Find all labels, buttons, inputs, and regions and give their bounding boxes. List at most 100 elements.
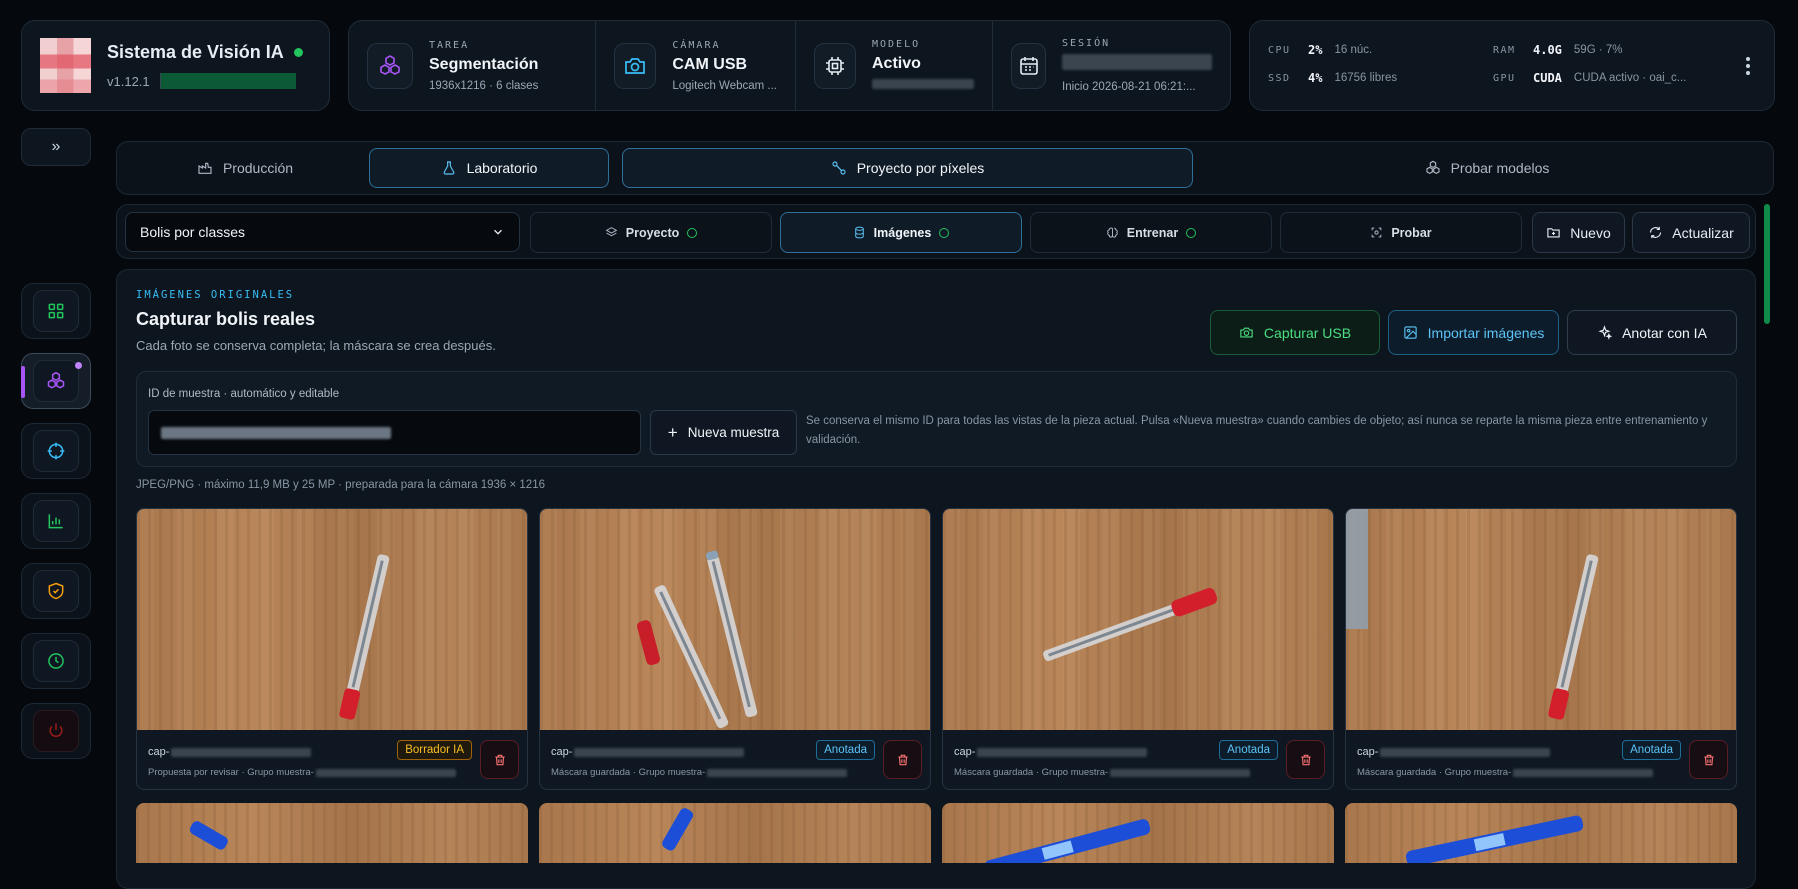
ssd-stat: SSD 4% 16756 libres — [1268, 71, 1398, 85]
more-menu-icon[interactable] — [1740, 53, 1756, 79]
status-session: SESIÓN Inicio 2026-08-21 06:21:... — [993, 21, 1230, 110]
check-circle-icon — [1186, 227, 1197, 238]
image-thumbnail[interactable] — [540, 509, 930, 730]
capture-meta: Máscara guardada · Grupo muestra- — [954, 767, 1251, 778]
sidebar-item-history[interactable] — [21, 633, 91, 689]
capture-id: cap- — [1357, 746, 1551, 758]
folder-plus-icon — [1547, 228, 1560, 238]
camera-icon — [614, 42, 657, 89]
power-icon — [49, 723, 63, 738]
image-thumbnail[interactable] — [137, 509, 527, 730]
status-model-sub — [872, 79, 974, 92]
capture-id: cap- — [551, 746, 745, 758]
calendar-icon — [1011, 42, 1046, 89]
annotate-ai-button[interactable]: Anotar con IA — [1567, 310, 1737, 355]
cubes-icon — [367, 42, 413, 89]
cubes-icon — [47, 371, 65, 389]
expand-sidebar-button[interactable]: » — [21, 128, 91, 166]
section-title: Capturar bolis reales — [136, 309, 316, 329]
status-badge: Anotada — [1622, 740, 1681, 760]
image-card[interactable] — [539, 803, 931, 863]
status-session-sub: Inicio 2026-08-21 06:21:... — [1062, 81, 1196, 93]
image-card[interactable] — [136, 803, 528, 863]
status-session-value — [1062, 54, 1212, 75]
database-icon — [854, 226, 864, 239]
delete-button[interactable] — [883, 740, 922, 779]
image-card[interactable]: cap- Anotada Máscara guardada · Grupo mu… — [1345, 508, 1737, 790]
app-title: Sistema de Visión IA — [107, 42, 284, 62]
chevron-down-icon — [494, 229, 502, 235]
tab-probar[interactable]: Probar — [1280, 212, 1522, 253]
image-card[interactable]: cap- Anotada Máscara guardada · Grupo mu… — [539, 508, 931, 790]
image-card[interactable]: cap- Borrador IA Propuesta por revisar ·… — [136, 508, 528, 790]
tab-laboratorio[interactable]: Laboratorio — [369, 148, 609, 188]
section-eyebrow: IMÁGENES ORIGINALES — [136, 289, 295, 301]
layers-icon — [605, 227, 618, 237]
crosshair-icon — [47, 442, 65, 460]
trash-icon — [897, 754, 908, 765]
sparkles-icon — [1598, 325, 1613, 340]
scan-icon — [1372, 227, 1382, 238]
brand-panel: Sistema de Visión IA v1.12.1 — [21, 20, 330, 111]
capture-id: cap- — [148, 746, 312, 758]
sidebar-item-power[interactable] — [21, 703, 91, 759]
trash-icon — [494, 754, 505, 765]
sample-id-label: ID de muestra · automático y editable — [148, 388, 340, 400]
bar-chart-icon — [48, 514, 63, 529]
tab-imagenes[interactable]: Imágenes — [780, 212, 1022, 253]
brain-icon — [1107, 227, 1118, 238]
sidebar-item-stats[interactable] — [21, 493, 91, 549]
capture-meta: Máscara guardada · Grupo muestra- — [1357, 767, 1654, 778]
image-card[interactable]: cap- Anotada Máscara guardada · Grupo mu… — [942, 508, 1334, 790]
trash-icon — [1703, 754, 1714, 765]
section-description: Cada foto se conserva completa; la másca… — [136, 338, 496, 353]
sidebar-item-security[interactable] — [21, 563, 91, 619]
camera-icon — [1240, 327, 1253, 338]
license-bar — [159, 73, 296, 89]
refresh-button[interactable]: Actualizar — [1632, 212, 1750, 253]
images-panel: IMÁGENES ORIGINALES Capturar bolis reale… — [116, 269, 1756, 889]
status-camera-value: CAM USB — [672, 55, 748, 73]
sample-id-input[interactable] — [148, 410, 641, 455]
status-model-caption: MODELO — [872, 39, 921, 50]
tab-proyecto-pixeles[interactable]: Proyecto por píxeles — [622, 148, 1193, 188]
check-circle-icon — [687, 227, 698, 238]
sidebar-item-dashboard[interactable] — [21, 283, 91, 339]
status-camera-sub: Logitech Webcam ... — [672, 79, 777, 92]
mode-tabs: Producción Laboratorio Proyecto por píxe… — [116, 141, 1774, 195]
sidebar-item-inspection[interactable] — [21, 423, 91, 479]
page-scrollbar[interactable] — [1764, 204, 1770, 324]
import-images-button[interactable]: Importar imágenes — [1388, 310, 1559, 355]
check-circle-icon — [939, 227, 950, 238]
refresh-icon — [1650, 226, 1662, 239]
project-select[interactable]: Bolis por classes — [125, 212, 520, 252]
trash-icon — [1300, 754, 1311, 765]
image-thumbnail[interactable] — [1346, 509, 1736, 730]
sample-note: Se conserva el mismo ID para todas las v… — [806, 415, 1708, 446]
image-card[interactable] — [942, 803, 1334, 863]
new-sample-button[interactable]: + Nueva muestra — [650, 410, 797, 455]
ram-stat: RAM 4.0G 59G · 7% — [1493, 43, 1623, 57]
capture-id: cap- — [954, 746, 1148, 758]
tab-entrenar[interactable]: Entrenar — [1030, 212, 1272, 253]
tab-produccion[interactable]: Producción — [125, 148, 365, 188]
image-thumbnail[interactable] — [943, 509, 1333, 730]
delete-button[interactable] — [1286, 740, 1325, 779]
sidebar-item-segmentation[interactable] — [21, 353, 91, 409]
new-project-button[interactable]: Nuevo — [1532, 212, 1625, 253]
delete-button[interactable] — [1689, 740, 1728, 779]
app-logo — [40, 38, 91, 93]
status-badge: Borrador IA — [397, 740, 472, 760]
tab-probar-modelos[interactable]: Probar modelos — [1207, 148, 1767, 188]
delete-button[interactable] — [480, 740, 519, 779]
nodes-icon — [832, 161, 846, 175]
grid-icon — [48, 303, 64, 319]
status-task-sub: 1936x1216 · 6 clases — [429, 79, 539, 92]
flask-icon — [443, 161, 454, 175]
capture-usb-button[interactable]: Capturar USB — [1210, 310, 1380, 355]
cpu-stat: CPU 2% 16 núc. — [1268, 43, 1373, 57]
image-card[interactable] — [1345, 803, 1737, 863]
tab-proyecto[interactable]: Proyecto — [530, 212, 772, 253]
image-upload-icon — [1403, 326, 1417, 339]
version-row: v1.12.1 — [107, 73, 303, 89]
